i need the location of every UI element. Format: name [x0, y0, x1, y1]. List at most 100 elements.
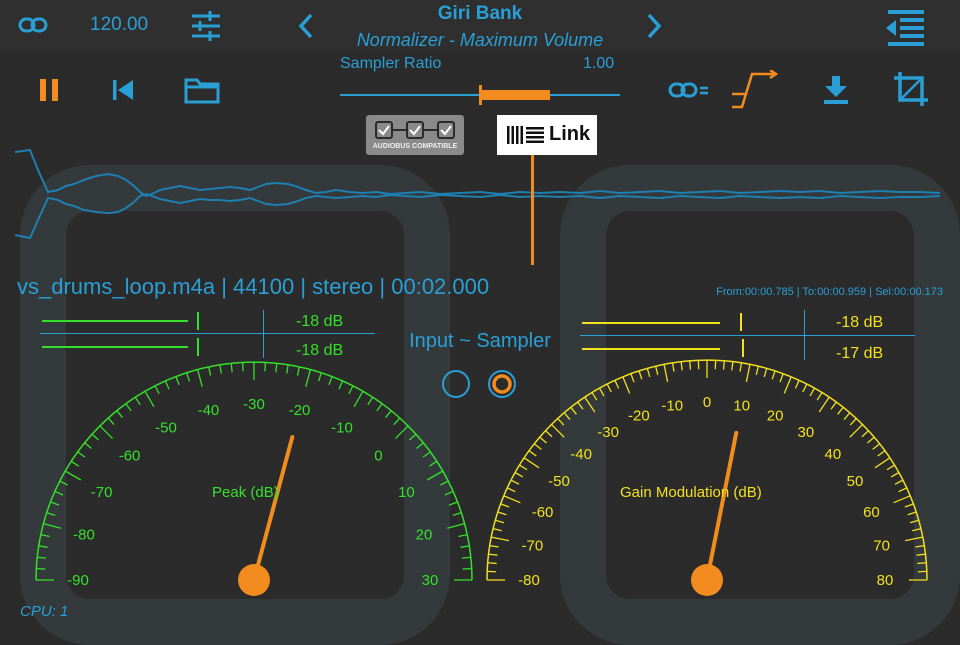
gain-gauge-tick — [803, 384, 807, 392]
right-meter-bar-top — [582, 322, 720, 324]
gain-gauge-tick — [564, 413, 570, 420]
peak-gauge-needle — [254, 437, 292, 580]
gain-gauge-tick — [873, 444, 880, 450]
gain-gauge-tick — [899, 488, 907, 492]
peak-gauge-tick — [176, 376, 179, 384]
peak-gauge-tick — [429, 461, 437, 466]
gain-gauge-tick — [905, 537, 923, 541]
right-meter-peak-marker — [740, 313, 742, 331]
peak-gauge-tick — [329, 376, 332, 384]
gain-gauge-tick-label: -20 — [628, 408, 650, 425]
preset-name[interactable]: Normalizer - Maximum Volume — [340, 30, 620, 51]
gain-gauge-tick — [817, 392, 822, 400]
gain-gauge-tick — [488, 563, 497, 564]
peak-gauge: -90-80-70-60-50-40-30-20-100102030 — [20, 350, 480, 600]
peak-gauge-tick — [276, 363, 277, 372]
gain-gauge-tick — [831, 402, 836, 409]
gain-gauge-tick — [838, 407, 844, 414]
gain-gauge-tick-label: 70 — [873, 537, 890, 554]
gain-gauge-tick — [867, 437, 874, 443]
peak-gauge-tick — [287, 365, 288, 374]
sampler-ratio-slider[interactable] — [340, 85, 620, 105]
pause-button[interactable] — [38, 78, 62, 102]
gain-gauge-tick — [623, 377, 630, 394]
gain-gauge-tick — [878, 451, 885, 456]
peak-gauge-tick — [306, 369, 311, 386]
gain-gauge-tick — [504, 496, 521, 503]
peak-gauge-tick — [220, 365, 221, 374]
peak-gauge-needle-hub — [238, 564, 270, 596]
gain-gauge-tick — [875, 458, 890, 468]
waveform[interactable] — [0, 140, 960, 250]
gain-gauge-tick-label: -50 — [548, 473, 570, 490]
peak-gauge-tick — [55, 491, 63, 495]
gain-gauge-tick-label: 10 — [733, 397, 750, 414]
peak-gauge-tick — [386, 411, 392, 418]
peak-gauge-tick — [447, 524, 464, 529]
sampler-ratio-fill — [480, 90, 550, 100]
gain-gauge-tick-label: -30 — [597, 424, 619, 441]
peak-gauge-tick-label: -40 — [198, 402, 220, 419]
download-icon[interactable] — [822, 74, 850, 106]
gain-gauge-tick — [571, 407, 577, 414]
gain-gauge-tick — [895, 480, 903, 484]
gain-gauge-tick — [578, 402, 583, 409]
peak-gauge-tick-label: -50 — [155, 420, 177, 437]
crop-icon[interactable] — [892, 70, 930, 108]
gain-gauge-tick — [764, 368, 766, 377]
peak-gauge-tick — [231, 363, 232, 372]
peak-gauge-tick — [117, 411, 123, 418]
file-info: vs_drums_loop.m4a | 44100 | stereo | 00:… — [17, 274, 489, 300]
sampler-ratio-knob[interactable] — [479, 85, 482, 105]
gain-gauge-tick-label: 20 — [767, 408, 784, 425]
menu-icon[interactable] — [884, 10, 926, 46]
gain-gauge-tick — [585, 397, 595, 412]
peak-gauge-tick — [78, 452, 85, 457]
peak-gauge-tick-label: -80 — [73, 526, 95, 543]
peak-gauge-tick — [60, 481, 68, 485]
gain-gauge-tick — [607, 384, 611, 392]
gain-gauge-tick — [495, 520, 504, 522]
gain-gauge-tick — [915, 546, 924, 547]
skip-back-button[interactable] — [110, 78, 136, 102]
next-preset-button[interactable] — [644, 12, 664, 40]
folder-icon[interactable] — [184, 76, 220, 104]
link-icon[interactable] — [668, 80, 724, 100]
peak-gauge-tick — [37, 557, 46, 558]
peak-gauge-tick-label: -70 — [91, 484, 113, 501]
peak-gauge-tick — [349, 386, 353, 394]
link-icon[interactable] — [18, 14, 48, 36]
gain-gauge-tick-label: 40 — [825, 446, 842, 463]
gain-gauge-tick — [489, 554, 498, 555]
gain-gauge-tick — [746, 364, 750, 382]
gain-gauge-tick — [540, 437, 547, 443]
peak-gauge-tick — [145, 391, 154, 407]
cpu-usage: CPU: 1 — [20, 603, 68, 620]
peak-gauge-tick — [427, 471, 443, 480]
left-meter-peak-marker — [197, 312, 199, 330]
peak-gauge-tick — [423, 452, 430, 457]
waveform-trace — [15, 194, 940, 238]
peak-gauge-tick-label: -60 — [119, 448, 141, 465]
peak-gauge-tick — [458, 535, 467, 537]
peak-gauge-tick — [377, 404, 382, 411]
peak-gauge-tick — [198, 369, 203, 386]
bank-title: Giri Bank — [340, 3, 620, 25]
gain-gauge-tick-label: 80 — [877, 572, 894, 589]
gain-gauge-tick — [491, 537, 509, 541]
gain-gauge-tick — [772, 371, 775, 380]
peak-gauge-tick — [354, 391, 363, 407]
peak-gauge-tick — [41, 535, 50, 537]
peak-gauge-tick — [416, 443, 423, 449]
route-icon[interactable] — [730, 70, 782, 110]
peak-gauge-tick — [100, 426, 113, 439]
peak-gauge-tick — [460, 546, 469, 547]
sampler-ratio-value: 1.00 — [583, 55, 614, 73]
gain-gauge-tick — [515, 473, 523, 477]
peak-gauge-tick — [395, 426, 408, 439]
sliders-icon[interactable] — [190, 10, 222, 42]
peak-gauge-tick-label: -10 — [331, 420, 353, 437]
previous-preset-button[interactable] — [296, 12, 316, 40]
playhead[interactable] — [531, 155, 534, 265]
gain-gauge-tick — [862, 431, 869, 437]
